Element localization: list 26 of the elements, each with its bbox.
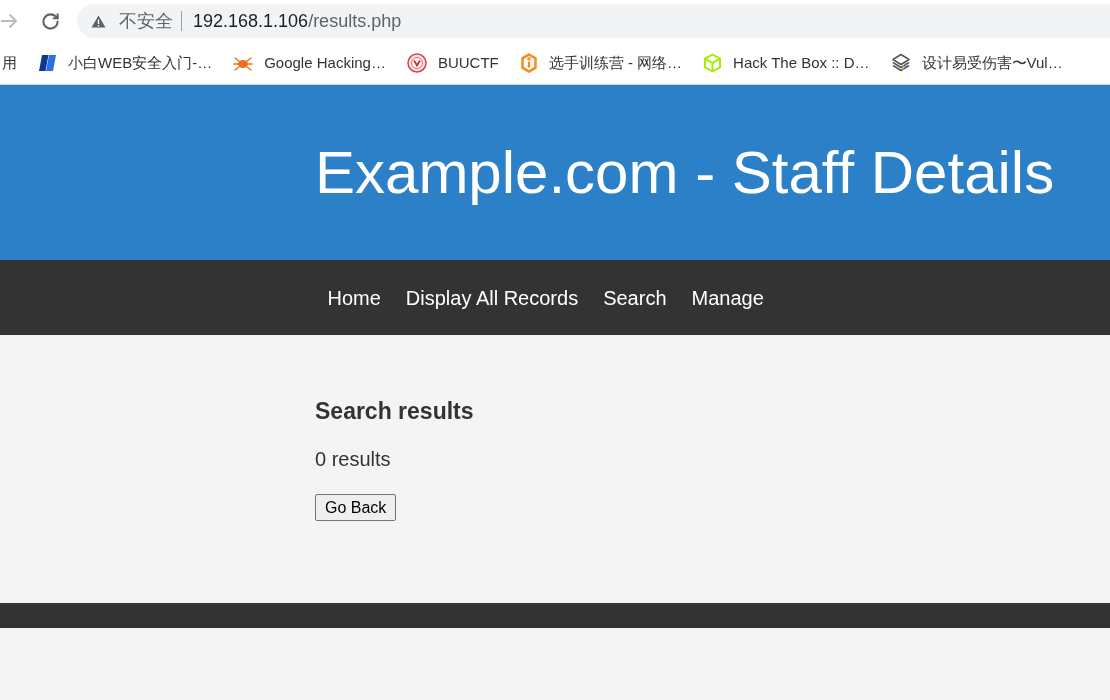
site-title: Example.com - Staff Details [315,137,1055,208]
apps-bookmark[interactable]: 用 [2,53,17,73]
seal-icon [406,53,427,73]
url-text: 192.168.1.106/results.php [193,10,402,32]
bookmark-link[interactable]: 选手训练营 - 网络… [519,53,683,73]
nav-link[interactable]: Display All Records [393,285,591,310]
hexagon-icon [519,53,538,73]
nav-link[interactable]: Manage [679,285,777,310]
nav-link[interactable]: Home [315,285,394,310]
go-back-button[interactable]: Go Back [315,494,397,521]
bookmark-link[interactable]: Hack The Box :: D… [703,53,870,73]
results-count: 0 results [315,447,391,471]
security-label: 不安全 [119,10,173,32]
nav-link[interactable]: Search [590,285,680,310]
address-bar[interactable]: 不安全 192.168.1.106/results.php [77,4,1110,38]
warning-icon[interactable] [91,14,106,28]
bookmark-link[interactable]: Google Hacking… [233,53,386,73]
bookmark-link[interactable]: 小白WEB安全入门-… [38,53,213,73]
bookmark-link[interactable]: 设计易受伤害〜Vul… [890,53,1063,73]
results-heading: Search results [315,397,474,425]
blocks-logo-icon [38,54,57,72]
cube-icon [703,53,723,73]
bookmark-link[interactable]: BUUCTF [406,53,499,73]
layers-icon [890,53,911,73]
reload-icon[interactable] [41,11,60,31]
bug-icon [233,55,254,71]
